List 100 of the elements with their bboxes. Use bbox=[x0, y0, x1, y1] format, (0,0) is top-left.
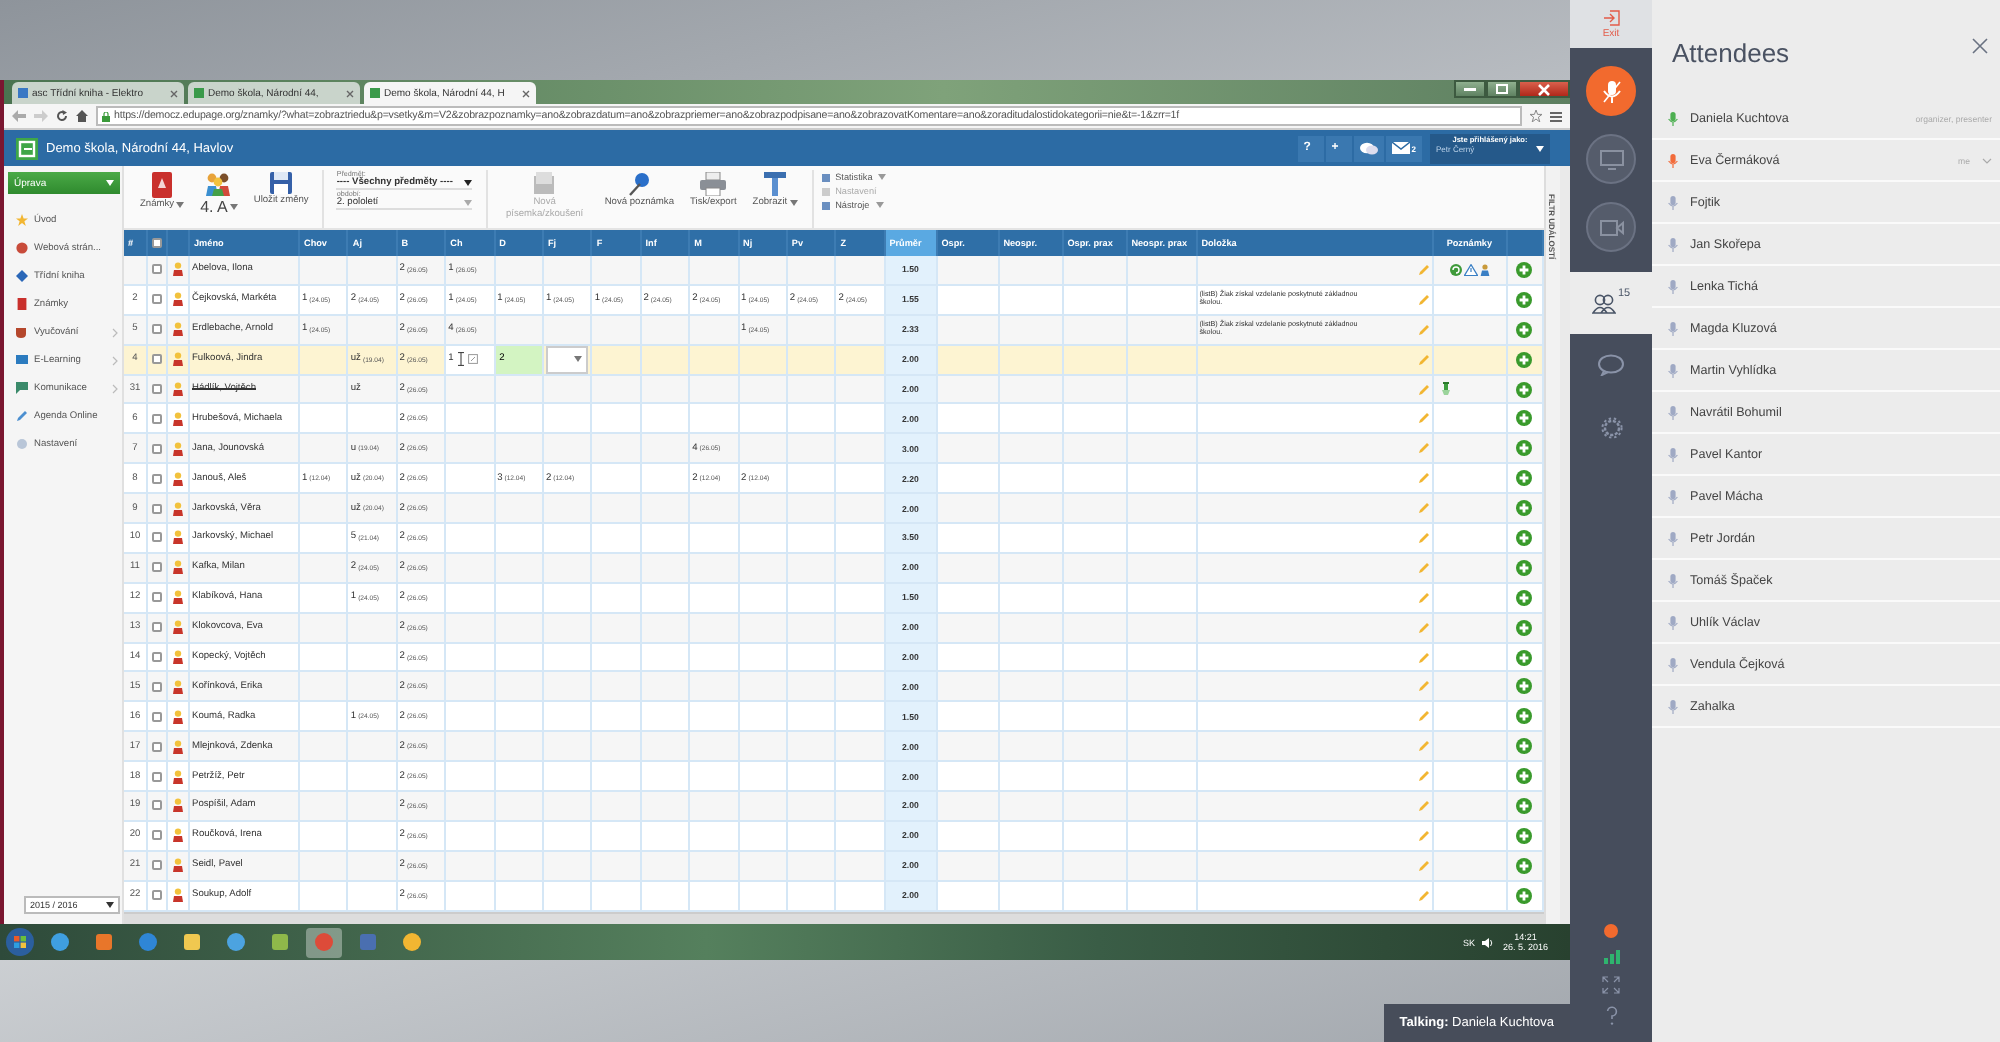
row-checkbox[interactable] bbox=[152, 800, 162, 811]
pencil-icon[interactable] bbox=[1417, 442, 1430, 455]
add-icon[interactable] bbox=[1516, 589, 1533, 606]
close-icon[interactable] bbox=[1972, 38, 1988, 54]
row-checkbox[interactable] bbox=[152, 562, 162, 573]
pencil-icon[interactable] bbox=[1417, 651, 1430, 664]
pencil-icon[interactable] bbox=[1417, 263, 1430, 276]
pencil-icon[interactable] bbox=[1417, 740, 1430, 753]
microphone-button[interactable] bbox=[1586, 66, 1636, 116]
pencil-icon[interactable] bbox=[1417, 412, 1430, 425]
close-icon[interactable] bbox=[346, 89, 354, 97]
edit-icon[interactable] bbox=[467, 354, 478, 365]
pencil-icon[interactable] bbox=[1417, 293, 1430, 306]
row-checkbox[interactable] bbox=[152, 830, 162, 841]
add-icon[interactable] bbox=[1516, 827, 1533, 844]
add-icon[interactable] bbox=[1516, 619, 1533, 636]
add-icon[interactable] bbox=[1516, 440, 1533, 457]
taskbar-button[interactable] bbox=[306, 927, 342, 957]
row-checkbox[interactable] bbox=[152, 354, 162, 365]
row-checkbox[interactable] bbox=[152, 711, 162, 722]
camera-button[interactable] bbox=[1586, 202, 1636, 252]
reload-icon[interactable] bbox=[56, 110, 68, 122]
pencil-icon[interactable] bbox=[1417, 591, 1430, 604]
pencil-icon[interactable] bbox=[1417, 323, 1430, 336]
pencil-icon[interactable] bbox=[1417, 710, 1430, 723]
add-icon[interactable] bbox=[1516, 708, 1533, 725]
row-checkbox[interactable] bbox=[152, 503, 162, 514]
row-checkbox[interactable] bbox=[152, 413, 162, 424]
row-checkbox[interactable] bbox=[152, 443, 162, 454]
toolbar-button[interactable]: 4. A bbox=[196, 170, 242, 219]
row-checkbox[interactable] bbox=[152, 592, 162, 603]
row-checkbox[interactable] bbox=[152, 652, 162, 663]
add-icon[interactable] bbox=[1516, 529, 1533, 546]
row-checkbox[interactable] bbox=[152, 622, 162, 633]
home-icon[interactable] bbox=[76, 110, 88, 122]
pencil-icon[interactable] bbox=[1417, 383, 1430, 395]
add-icon[interactable] bbox=[1516, 797, 1533, 814]
add-icon[interactable] bbox=[1516, 887, 1533, 904]
chevron-icon[interactable] bbox=[1982, 157, 1992, 163]
person-icon bbox=[172, 679, 184, 694]
table-row[interactable] bbox=[124, 285, 1544, 316]
add-icon[interactable] bbox=[1516, 738, 1533, 755]
vertical-scrollbar[interactable] bbox=[1559, 166, 1570, 924]
row-checkbox[interactable] bbox=[152, 384, 162, 394]
forward-icon[interactable] bbox=[34, 110, 48, 122]
pencil-icon[interactable] bbox=[1417, 770, 1430, 783]
minimize-button[interactable] bbox=[1454, 80, 1486, 98]
pencil-icon[interactable] bbox=[1417, 829, 1430, 842]
row-checkbox[interactable] bbox=[152, 264, 162, 275]
add-icon[interactable] bbox=[1516, 351, 1533, 368]
close-icon[interactable] bbox=[170, 89, 178, 97]
pin-icon bbox=[1441, 382, 1450, 396]
star-icon[interactable] bbox=[1530, 110, 1542, 122]
pencil-icon[interactable] bbox=[1417, 621, 1430, 634]
row-checkbox[interactable] bbox=[152, 860, 162, 871]
start-button[interactable] bbox=[6, 928, 34, 956]
row-checkbox[interactable] bbox=[152, 681, 162, 692]
pencil-icon[interactable] bbox=[1417, 531, 1430, 544]
pencil-icon[interactable] bbox=[1417, 353, 1430, 366]
row-checkbox[interactable] bbox=[152, 473, 162, 484]
maximize-button[interactable] bbox=[1486, 80, 1518, 98]
row-checkbox[interactable] bbox=[152, 771, 162, 782]
pencil-icon[interactable] bbox=[1417, 680, 1430, 693]
row-checkbox[interactable] bbox=[152, 890, 162, 901]
pencil-icon[interactable] bbox=[1417, 472, 1430, 485]
pencil-icon[interactable] bbox=[1417, 502, 1430, 515]
close-icon[interactable] bbox=[522, 89, 530, 97]
row-checkbox[interactable] bbox=[152, 532, 162, 543]
row-checkbox[interactable] bbox=[152, 741, 162, 752]
pencil-icon[interactable] bbox=[1417, 799, 1430, 812]
add-icon[interactable] bbox=[1516, 649, 1533, 666]
grade-select[interactable] bbox=[545, 345, 589, 374]
add-icon[interactable] bbox=[1516, 768, 1533, 785]
add-icon[interactable] bbox=[1516, 678, 1533, 695]
add-icon[interactable] bbox=[1516, 500, 1533, 517]
add-icon[interactable] bbox=[1516, 559, 1533, 576]
pencil-icon[interactable] bbox=[1417, 889, 1430, 902]
add-icon[interactable] bbox=[1516, 381, 1533, 397]
horizontal-scrollbar[interactable] bbox=[124, 912, 1544, 924]
add-icon[interactable] bbox=[1516, 857, 1533, 874]
chat-button[interactable] bbox=[1353, 135, 1384, 161]
back-icon[interactable] bbox=[12, 110, 26, 122]
add-icon[interactable] bbox=[1516, 291, 1533, 308]
add-icon[interactable] bbox=[1516, 410, 1533, 427]
add-icon[interactable] bbox=[1516, 261, 1533, 278]
select-all-checkbox[interactable] bbox=[152, 238, 162, 248]
address-field[interactable] bbox=[96, 106, 1522, 126]
row-checkbox[interactable] bbox=[152, 294, 162, 305]
screen-share-button[interactable] bbox=[1586, 134, 1636, 184]
pencil-icon[interactable] bbox=[1417, 561, 1430, 574]
pencil-icon[interactable] bbox=[1417, 859, 1430, 872]
row-checkbox[interactable] bbox=[152, 324, 162, 335]
exit-icon bbox=[1603, 9, 1619, 25]
help-icon[interactable] bbox=[1605, 1006, 1617, 1026]
add-icon[interactable] bbox=[1516, 321, 1533, 338]
expand-icon[interactable] bbox=[1602, 976, 1620, 994]
volume-icon[interactable] bbox=[1482, 937, 1495, 947]
add-icon[interactable] bbox=[1516, 470, 1533, 487]
close-button[interactable] bbox=[1518, 80, 1570, 98]
menu-icon[interactable] bbox=[1550, 111, 1562, 121]
